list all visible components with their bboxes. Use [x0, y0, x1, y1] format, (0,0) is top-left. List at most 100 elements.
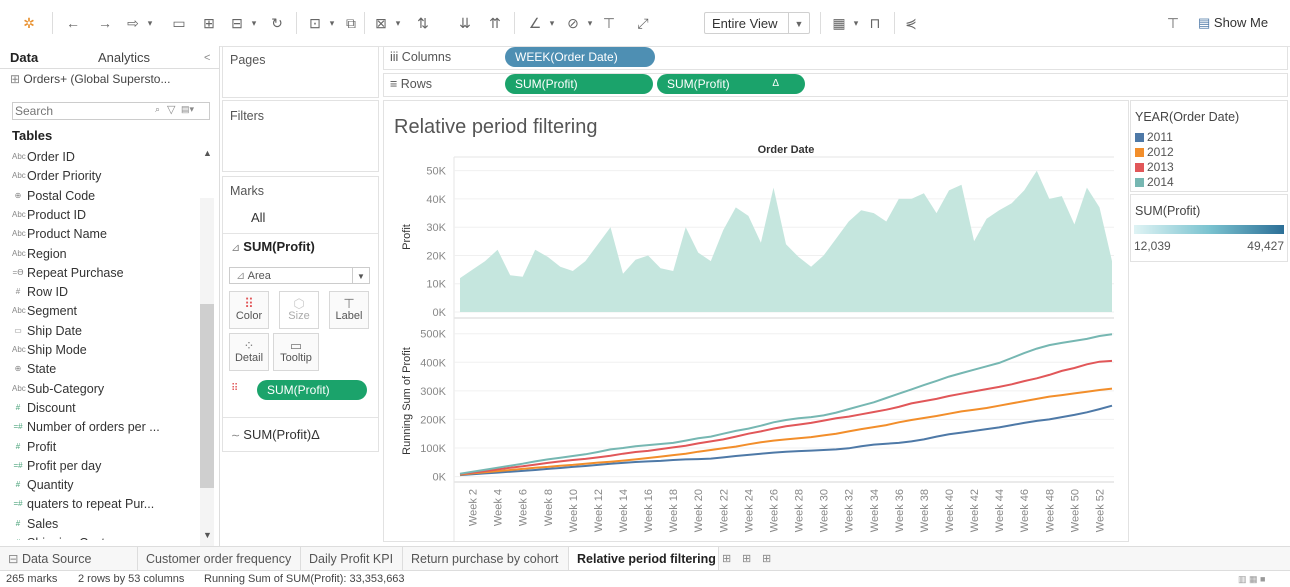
sort-desc-icon[interactable]: ⇈: [486, 13, 504, 33]
color-legend-profit[interactable]: SUM(Profit) 12,039 49,427: [1130, 194, 1288, 262]
chevron-down-icon[interactable]: ▼: [352, 268, 369, 283]
group-icon[interactable]: ⊘: [564, 13, 582, 33]
save-icon[interactable]: ▭: [170, 13, 188, 33]
new-story-icon[interactable]: ⊞: [762, 552, 771, 565]
mark-type-dropdown[interactable]: ⊿ Area ▼: [229, 267, 370, 284]
color-legend-year[interactable]: YEAR(Order Date) 2011 2012 2013 2014: [1130, 100, 1288, 192]
tab-relative-period-filtering[interactable]: Relative period filtering: [569, 547, 719, 571]
show-cards-icon[interactable]: ▦: [830, 13, 848, 33]
undo-icon[interactable]: ←: [64, 13, 82, 33]
clear-sheet-icon[interactable]: ⊠: [372, 13, 390, 33]
duplicate-icon[interactable]: ⧉: [342, 13, 360, 33]
tableau-logo-icon[interactable]: ✲: [20, 13, 38, 33]
marks-all-tab[interactable]: All: [251, 210, 265, 225]
color-button[interactable]: ⠿ Color: [229, 291, 269, 329]
y-tick-label: 100K: [420, 443, 446, 455]
color-pill-sum-profit[interactable]: SUM(Profit): [257, 380, 367, 400]
marks-card-tab-sum-profit-delta[interactable]: ∼ SUM(Profit)Δ: [231, 427, 320, 442]
scroll-down-icon[interactable]: ▼: [203, 530, 212, 540]
fit-dropdown[interactable]: Entire View ▼: [704, 12, 810, 34]
pause-icon[interactable]: ⊡: [306, 13, 324, 33]
y-tick-label: 300K: [420, 386, 446, 398]
scroll-up-icon[interactable]: ▲: [203, 148, 212, 158]
tab-return-purchase-by-cohort[interactable]: Return purchase by cohort: [403, 547, 569, 571]
filters-shelf[interactable]: Filters: [222, 100, 379, 172]
tab-analytics[interactable]: Analytics: [98, 50, 150, 65]
columns-pill-week-order-date[interactable]: WEEK(Order Date): [505, 47, 655, 67]
tab-customer-order-frequency[interactable]: Customer order frequency: [138, 547, 301, 571]
share-icon[interactable]: ⋞: [902, 13, 920, 33]
replay-dropdown-icon[interactable]: ▾: [144, 13, 156, 33]
marks-card-tab-sum-profit[interactable]: ⊿ SUM(Profit): [231, 239, 315, 254]
field-item[interactable]: Abc Sub-Category: [12, 380, 104, 398]
search-input[interactable]: [15, 104, 135, 118]
field-item[interactable]: =# Profit per day: [13, 457, 101, 475]
filter-icon[interactable]: ▽: [167, 103, 175, 116]
size-button[interactable]: ⬡ Size: [279, 291, 319, 329]
field-item[interactable]: # Profit: [16, 438, 56, 456]
field-item[interactable]: =Ө Repeat Purchase: [13, 264, 124, 282]
label-button[interactable]: ⊤ Label: [329, 291, 369, 329]
tab-data[interactable]: Data: [10, 50, 38, 65]
field-item[interactable]: # Discount: [16, 399, 76, 417]
tab-daily-profit-kpi[interactable]: Daily Profit KPI: [301, 547, 403, 571]
field-item[interactable]: # Sales: [16, 515, 59, 533]
rows-shelf[interactable]: ≡ Rows SUM(Profit) SUM(Profit) Δ: [383, 73, 1288, 97]
field-item[interactable]: ⊕ Postal Code: [15, 187, 95, 205]
view-toggle-icons[interactable]: ▥ ▦ ■: [1238, 571, 1265, 587]
highlight-dropdown-icon[interactable]: ▾: [546, 13, 558, 33]
fix-axes-icon[interactable]: ⤢: [634, 13, 652, 33]
clear-dropdown-icon[interactable]: ▾: [392, 13, 404, 33]
field-item[interactable]: # Row ID: [16, 283, 68, 301]
datasource-item[interactable]: ⊞ Orders+ (Global Supersto...: [10, 72, 170, 86]
field-item[interactable]: =# Number of orders per ...: [13, 418, 159, 436]
tooltip-button[interactable]: ▭ Tooltip: [273, 333, 319, 371]
labels-icon[interactable]: ⊤: [600, 13, 618, 33]
new-worksheet-icon[interactable]: ⊞: [722, 552, 731, 565]
search-icon[interactable]: ⌕: [155, 104, 160, 115]
replay-icon[interactable]: ⇨: [124, 13, 142, 33]
highlight-icon[interactable]: ∠: [526, 13, 544, 33]
rows-pill-sum-profit-delta[interactable]: SUM(Profit) Δ: [657, 74, 805, 94]
field-item[interactable]: Abc Ship Mode: [12, 341, 87, 359]
tab-data-source[interactable]: ⊟ Data Source: [0, 547, 138, 571]
new-datasource-icon[interactable]: ⊞: [200, 13, 218, 33]
group-dropdown-icon[interactable]: ▾: [584, 13, 596, 33]
legend-item-2014[interactable]: 2014: [1135, 175, 1174, 190]
legend-item-2013[interactable]: 2013: [1135, 160, 1174, 175]
field-item[interactable]: ⊕ State: [15, 360, 57, 378]
field-item[interactable]: Abc Region: [12, 245, 67, 263]
presentation-icon[interactable]: ⊓: [866, 13, 884, 33]
pages-shelf[interactable]: Pages: [222, 46, 379, 98]
field-item[interactable]: #Shipping Cost: [16, 534, 105, 540]
tooltip-icon[interactable]: ⊤: [1164, 13, 1182, 33]
field-item[interactable]: Abc Product ID: [12, 206, 86, 224]
worksheet-dropdown-icon[interactable]: ▾: [248, 13, 260, 33]
field-item[interactable]: Abc Order ID: [12, 148, 75, 166]
detail-button[interactable]: ⁘ Detail: [229, 333, 269, 371]
view-options-icon[interactable]: ▤▾: [181, 104, 194, 115]
show-me-button[interactable]: ▤ Show Me: [1198, 13, 1282, 33]
new-dashboard-icon[interactable]: ⊞: [742, 552, 751, 565]
columns-label: iii Columns: [390, 50, 452, 64]
rows-pill-sum-profit[interactable]: SUM(Profit): [505, 74, 653, 94]
field-item[interactable]: ▭ Ship Date: [14, 322, 82, 340]
field-item[interactable]: Abc Order Priority: [12, 167, 101, 185]
legend-item-2012[interactable]: 2012: [1135, 145, 1174, 160]
new-worksheet-icon[interactable]: ⊟: [228, 13, 246, 33]
field-item[interactable]: =# quaters to repeat Pur...: [13, 495, 154, 513]
pause-dropdown-icon[interactable]: ▾: [326, 13, 338, 33]
field-item[interactable]: Abc Segment: [12, 302, 77, 320]
redo-icon[interactable]: →: [96, 13, 114, 33]
scrollbar-thumb[interactable]: [200, 304, 214, 488]
sort-asc-icon[interactable]: ⇊: [456, 13, 474, 33]
columns-shelf[interactable]: iii Columns WEEK(Order Date): [383, 46, 1288, 70]
legend-item-2011[interactable]: 2011: [1135, 130, 1173, 145]
field-item[interactable]: Abc Product Name: [12, 225, 107, 243]
field-item[interactable]: # Quantity: [16, 476, 74, 494]
swap-icon[interactable]: ⇅: [414, 13, 432, 33]
chevron-down-icon[interactable]: ▼: [788, 13, 809, 33]
collapse-pane-icon[interactable]: <: [204, 52, 210, 64]
cards-dropdown-icon[interactable]: ▾: [850, 13, 862, 33]
refresh-icon[interactable]: ↻: [268, 13, 286, 33]
